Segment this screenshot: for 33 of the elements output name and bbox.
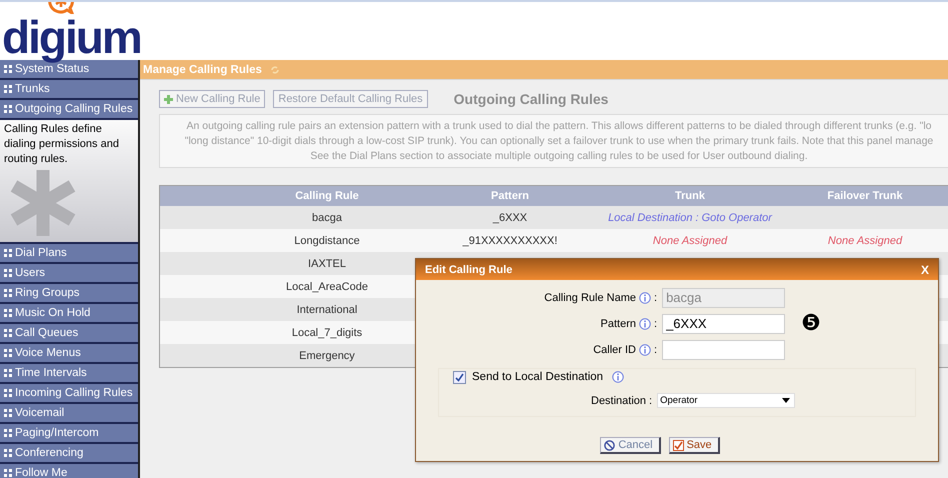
table-cell-text: None Assigned (826, 234, 904, 248)
sidebar-description: Calling Rules define dialing permissions and routing rules. (3, 122, 120, 167)
table-cell-text: bacga (311, 210, 343, 226)
description-line: "long distance" 10-digit dials through a low-cost SIP trunk). You can optionally set a failover trunk to use when the primary trunk fails. Note that this panel manage (184, 134, 934, 149)
section-title: Outgoing Calling Rules (454, 91, 608, 107)
description-line: An outgoing calling rule pairs an extension pattern with a trunk used to dial the pattern. This allows different patterns to be dialed through different trunks (e.g. "lo (186, 119, 932, 134)
table-cell-text: None Assigned (652, 234, 728, 248)
table-cell-text: Local_7_digits (290, 326, 364, 340)
table-cell-text: Longdistance (293, 234, 361, 248)
field-label: Destination (591, 394, 646, 406)
table-cell-text: Emergency (298, 348, 356, 364)
dialog-title: Edit Calling Rule (425, 264, 512, 276)
checkbox-label: Send to Local Destination (472, 371, 604, 383)
step-number: ❺ (801, 312, 821, 334)
label-colon: : (654, 344, 658, 356)
column-header: Calling Rule (294, 189, 360, 204)
table-cell-text: Local Destination : Goto Operator (610, 210, 770, 226)
description-line: See the Dial Plans section to associate multiple outgoing calling rules to be used for User outbound dialing. (310, 149, 808, 164)
table-cell-text: International (296, 302, 358, 318)
table-cell-text: _91XXXXXXXXXX! (462, 234, 558, 248)
field-label: Calling Rule Name (543, 292, 636, 304)
column-header: Pattern (490, 189, 530, 204)
table-cell-text: Local_AreaCode (285, 280, 369, 294)
label-colon: : (654, 318, 658, 330)
column-header: Trunk (674, 189, 706, 204)
page-title: Manage Calling Rules (143, 64, 262, 76)
field-label: Pattern (600, 318, 636, 330)
label-colon: : (649, 394, 652, 406)
field-label: Caller ID (592, 344, 636, 356)
table-cell-text: _6XXX (492, 210, 528, 226)
table-cell-text: IAXTEL (307, 256, 347, 272)
column-header: Failover Trunk (826, 189, 904, 204)
label-colon: : (654, 292, 658, 304)
